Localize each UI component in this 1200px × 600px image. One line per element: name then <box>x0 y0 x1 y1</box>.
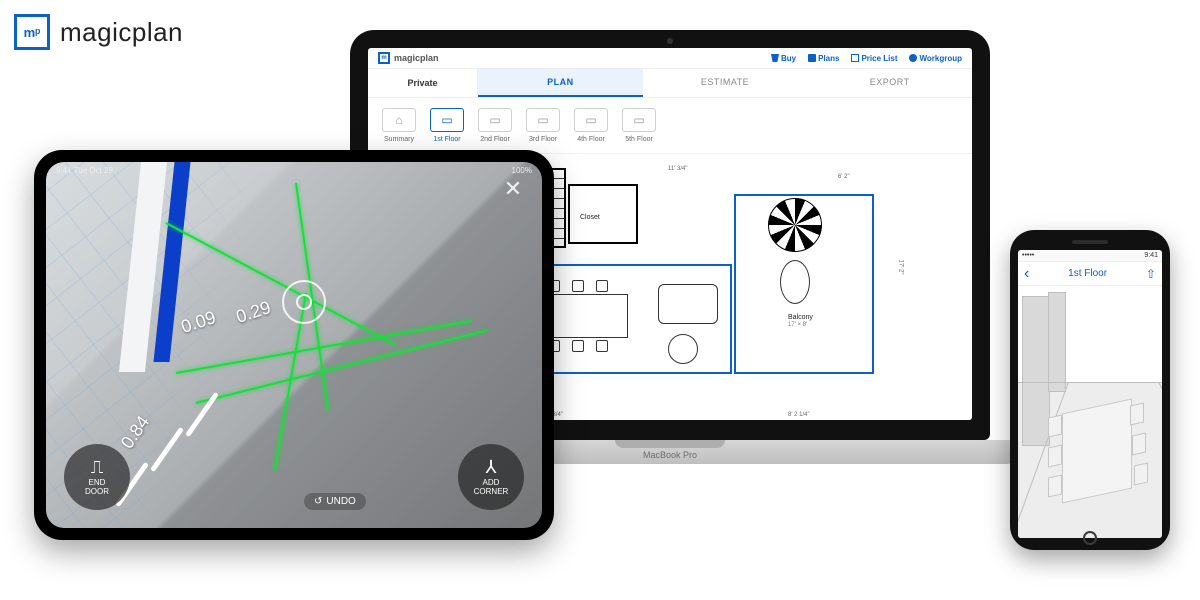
horizon-line <box>1018 382 1162 383</box>
armchair-icon <box>668 334 698 364</box>
tablet-ar-screen[interactable]: 9:41 Tue Oct 29 100% ✕ 0.09 0.29 0.84 ⎍ … <box>46 162 542 528</box>
brand-name: magicplan <box>60 17 183 48</box>
floor-selector: ⌂ Summary ▭ 1st Floor ▭ 2nd Floor ▭ 3rd … <box>368 98 972 154</box>
project-scope-label[interactable]: Private <box>368 69 478 97</box>
end-door-button[interactable]: ⎍ END DOOR <box>64 444 130 510</box>
shelving-3d <box>1048 292 1066 392</box>
room-closet[interactable] <box>568 184 638 244</box>
chair-3d <box>1132 433 1146 456</box>
undo-button[interactable]: ↺ UNDO <box>304 493 366 510</box>
nav-buy[interactable]: Buy <box>771 54 796 63</box>
umbrella-icon <box>768 198 822 252</box>
floor-2[interactable]: ▭ 2nd Floor <box>478 108 512 143</box>
brand-logo-icon: mᵖ <box>14 14 50 50</box>
chair-icon <box>572 340 584 352</box>
phone-3d-view[interactable] <box>1018 286 1162 538</box>
phone-device: ••••• 9:41 ‹ 1st Floor ⇧ <box>1010 230 1170 550</box>
room-balcony-label: Balcony17' × 8' <box>788 314 813 328</box>
floor-icon: ▭ <box>622 108 656 132</box>
floor-5[interactable]: ▭ 5th Floor <box>622 108 656 143</box>
door-icon: ⎍ <box>91 458 104 476</box>
app-logo-icon: m <box>378 52 390 64</box>
table-3d <box>1062 399 1132 504</box>
floor-1[interactable]: ▭ 1st Floor <box>430 108 464 143</box>
floor-icon: ▭ <box>478 108 512 132</box>
floor-label: Summary <box>384 136 414 143</box>
corner-icon: ⅄ <box>486 458 497 476</box>
dim-bottom-right: 8' 2 1/4" <box>788 412 810 418</box>
phone-screen-title: 1st Floor <box>1068 268 1107 279</box>
floor-3[interactable]: ▭ 3rd Floor <box>526 108 560 143</box>
wall-3d <box>1022 296 1050 446</box>
tab-export[interactable]: EXPORT <box>807 69 972 97</box>
chair-3d <box>1048 415 1062 438</box>
brand-lockup: mᵖ magicplan <box>14 14 183 50</box>
workgroup-icon <box>909 54 917 62</box>
close-icon[interactable]: ✕ <box>500 176 526 202</box>
dim-top-right: 11' 3/4" <box>668 166 688 172</box>
plans-icon <box>808 54 816 62</box>
laptop-model-label: MacBook Pro <box>643 450 697 460</box>
tab-estimate[interactable]: ESTIMATE <box>643 69 808 97</box>
floor-summary[interactable]: ⌂ Summary <box>382 108 416 143</box>
dim-right-side: 17' 2" <box>897 260 903 275</box>
chair-icon <box>572 280 584 292</box>
add-corner-label: ADD CORNER <box>474 478 509 496</box>
phone-earpiece <box>1072 240 1108 244</box>
nav-pricelist[interactable]: Price List <box>851 54 897 63</box>
status-time: 9:41 Tue Oct 29 <box>56 166 113 175</box>
back-button[interactable]: ‹ <box>1024 265 1029 283</box>
dim-far-right: 6' 2" <box>838 174 850 180</box>
undo-icon: ↺ <box>314 496 322 507</box>
chair-icon <box>596 340 608 352</box>
floor-label: 2nd Floor <box>480 136 510 143</box>
chair-3d <box>1134 463 1148 486</box>
room-closet-label: Closet <box>580 214 600 222</box>
chair-icon <box>596 280 608 292</box>
floor-icon: ▭ <box>574 108 608 132</box>
floor-4[interactable]: ▭ 4th Floor <box>574 108 608 143</box>
app-name: magicplan <box>394 53 439 63</box>
phone-screen: ••••• 9:41 ‹ 1st Floor ⇧ <box>1018 250 1162 538</box>
cart-icon <box>771 54 779 62</box>
tablet-status-bar: 9:41 Tue Oct 29 100% <box>56 166 532 175</box>
nav-workgroup[interactable]: Workgroup <box>909 54 962 63</box>
floor-label: 4th Floor <box>577 136 605 143</box>
app-subnav: Private PLAN ESTIMATE EXPORT <box>368 69 972 98</box>
status-time: 9:41 <box>1144 252 1158 259</box>
floor-label: 3rd Floor <box>529 136 557 143</box>
pricelist-icon <box>851 54 859 62</box>
phone-home-button[interactable] <box>1083 531 1097 545</box>
end-door-label: END DOOR <box>85 478 109 496</box>
tablet-device: 9:41 Tue Oct 29 100% ✕ 0.09 0.29 0.84 ⎍ … <box>34 150 554 540</box>
tab-plan[interactable]: PLAN <box>478 69 643 97</box>
ar-reticle-icon <box>282 280 326 324</box>
chair-3d <box>1048 445 1062 468</box>
perspective-line <box>1158 382 1162 533</box>
laptop-camera-icon <box>667 38 673 44</box>
floor-label: 5th Floor <box>625 136 653 143</box>
floor-icon: ▭ <box>526 108 560 132</box>
house-icon: ⌂ <box>382 108 416 132</box>
patio-table-icon <box>780 260 810 304</box>
app-top-bar: m magicplan Buy Plans Price List Workgro… <box>368 48 972 69</box>
floor-label: 1st Floor <box>433 136 460 143</box>
undo-label: UNDO <box>326 496 355 507</box>
share-icon[interactable]: ⇧ <box>1146 267 1156 281</box>
chair-3d <box>1130 403 1144 426</box>
status-signal: ••••• <box>1022 252 1034 259</box>
status-battery: 100% <box>512 166 532 175</box>
chair-3d <box>1048 475 1062 498</box>
phone-nav-bar: ‹ 1st Floor ⇧ <box>1018 262 1162 286</box>
add-corner-button[interactable]: ⅄ ADD CORNER <box>458 444 524 510</box>
sofa-icon <box>658 284 718 324</box>
phone-status-bar: ••••• 9:41 <box>1018 250 1162 262</box>
nav-plans[interactable]: Plans <box>808 54 839 63</box>
floor-icon: ▭ <box>430 108 464 132</box>
